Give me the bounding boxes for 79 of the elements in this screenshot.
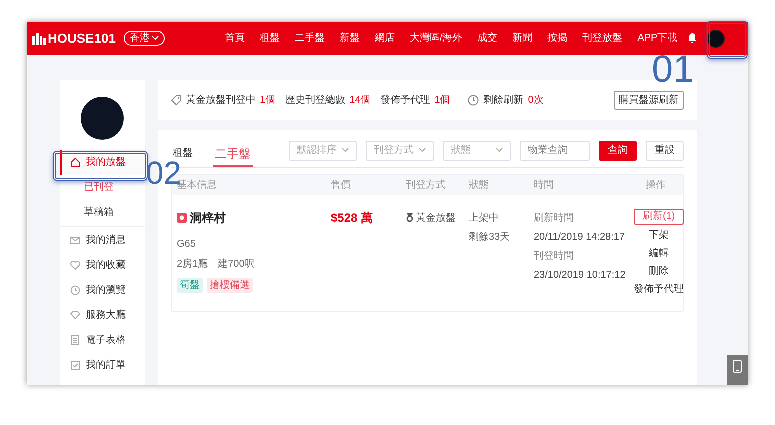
nav-link[interactable]: 按揭 <box>548 31 568 46</box>
nav-link[interactable]: 新盤 <box>340 31 360 46</box>
chevron-down-icon <box>152 36 159 41</box>
stat-label: 黃金放盤刊登中 <box>186 94 256 108</box>
timestamp: 23/10/2019 10:17:12 <box>534 269 627 283</box>
search-field[interactable]: 物業查詢 <box>520 140 590 160</box>
time-label: 刊登時間 <box>534 250 575 264</box>
chevron-down-icon <box>342 148 349 153</box>
stat-label: 歷史刊登總數 <box>286 94 346 108</box>
action-link[interactable]: 下架 <box>649 229 670 243</box>
nav-link[interactable]: 新聞 <box>512 31 533 46</box>
refresh-button[interactable]: 刷新(1) <box>634 209 684 225</box>
region-selector[interactable]: 香港 <box>124 31 165 46</box>
phone-icon <box>733 360 742 373</box>
sidebar-item[interactable]: 我的放盤 <box>60 150 145 175</box>
tag-icon <box>171 94 182 106</box>
nav-link[interactable]: 網店 <box>374 31 395 46</box>
tab[interactable]: 二手盤 <box>213 142 253 167</box>
nav-link[interactable]: 成交 <box>478 31 498 46</box>
nav-link[interactable]: 二手盤 <box>294 31 325 46</box>
nav-link[interactable]: 首頁 <box>224 31 245 46</box>
status-text: 上架中 <box>469 212 500 226</box>
medal-icon <box>406 213 414 222</box>
action-link[interactable]: 編輯 <box>649 247 670 261</box>
stat-value: 14個 <box>350 94 371 108</box>
column-header: 刊登方式 <box>406 178 447 192</box>
building-logo-icon <box>32 32 46 44</box>
sidebar-subitem[interactable]: 已刊登 <box>60 175 145 200</box>
callout-number: 01 <box>652 50 694 90</box>
reset-button[interactable]: 重設 <box>646 140 684 160</box>
nav-link[interactable]: 刊登放盤 <box>582 31 623 46</box>
sidebar-item[interactable]: 服務大廳 <box>60 303 145 328</box>
stat-value: 0次 <box>528 94 544 108</box>
logo-text: HOUSE101 <box>48 30 116 48</box>
stat-label: 剩餘刷新 <box>483 94 524 108</box>
side-tool-button[interactable] <box>727 355 748 385</box>
heart-icon <box>70 260 81 271</box>
sidebar-item[interactable]: 我的訂單 <box>60 353 145 378</box>
sidebar-item[interactable]: 我的消息 <box>60 228 145 253</box>
column-header: 狀態 <box>469 178 490 192</box>
timestamp: 20/11/2019 14:28:17 <box>534 231 626 245</box>
nav-link[interactable]: 大灣區/海外 <box>410 31 463 46</box>
clock-icon <box>70 285 81 296</box>
action-link[interactable]: 發佈予代理 <box>634 283 684 297</box>
sidebar-item[interactable]: 我的收藏 <box>60 253 145 278</box>
buy-refresh-button[interactable]: 購買盤源刷新 <box>614 90 684 110</box>
clock-icon <box>468 94 480 106</box>
stat-label: 發佈予代理 <box>380 94 431 108</box>
property-name: 洞梓村 <box>190 210 226 227</box>
room-layout: 2房1廳 <box>177 258 208 272</box>
floor-area: 建700呎 <box>218 257 255 272</box>
status-text: 剩餘33天 <box>469 231 512 245</box>
tag: 搶樓備選 <box>207 278 253 293</box>
envelope-icon <box>70 235 81 246</box>
checkbox-list-icon <box>70 360 81 371</box>
column-header: 操作 <box>645 178 667 192</box>
chevron-down-icon <box>419 148 426 153</box>
home-icon <box>70 157 81 168</box>
sidebar-subitem[interactable]: 草稿箱 <box>60 200 145 225</box>
nav-link[interactable]: 租盤 <box>260 31 280 46</box>
bell-icon[interactable] <box>688 33 697 44</box>
stat-value: 1個 <box>260 94 276 108</box>
tag: 筍盤 <box>177 278 203 293</box>
property-code: G65 <box>177 238 197 252</box>
listing-method: 黃金放盤 <box>416 212 456 226</box>
time-label: 刷新時間 <box>534 212 575 226</box>
nav-link[interactable]: APP下載 <box>638 31 678 46</box>
stat-value: 1個 <box>434 94 450 108</box>
column-header: 時間 <box>534 178 555 192</box>
highlight-frame <box>707 21 748 59</box>
diamond-icon <box>70 310 81 321</box>
document-icon <box>70 335 81 346</box>
action-link[interactable]: 刪除 <box>649 265 670 279</box>
chevron-down-icon <box>496 148 503 153</box>
sidebar-item[interactable]: 我的瀏覽 <box>60 278 145 303</box>
sidebar-item[interactable]: 電子表格 <box>60 328 145 353</box>
column-header: 售價 <box>331 178 352 192</box>
search-button[interactable]: 查詢 <box>599 140 637 160</box>
price: $528 萬 <box>331 210 374 227</box>
